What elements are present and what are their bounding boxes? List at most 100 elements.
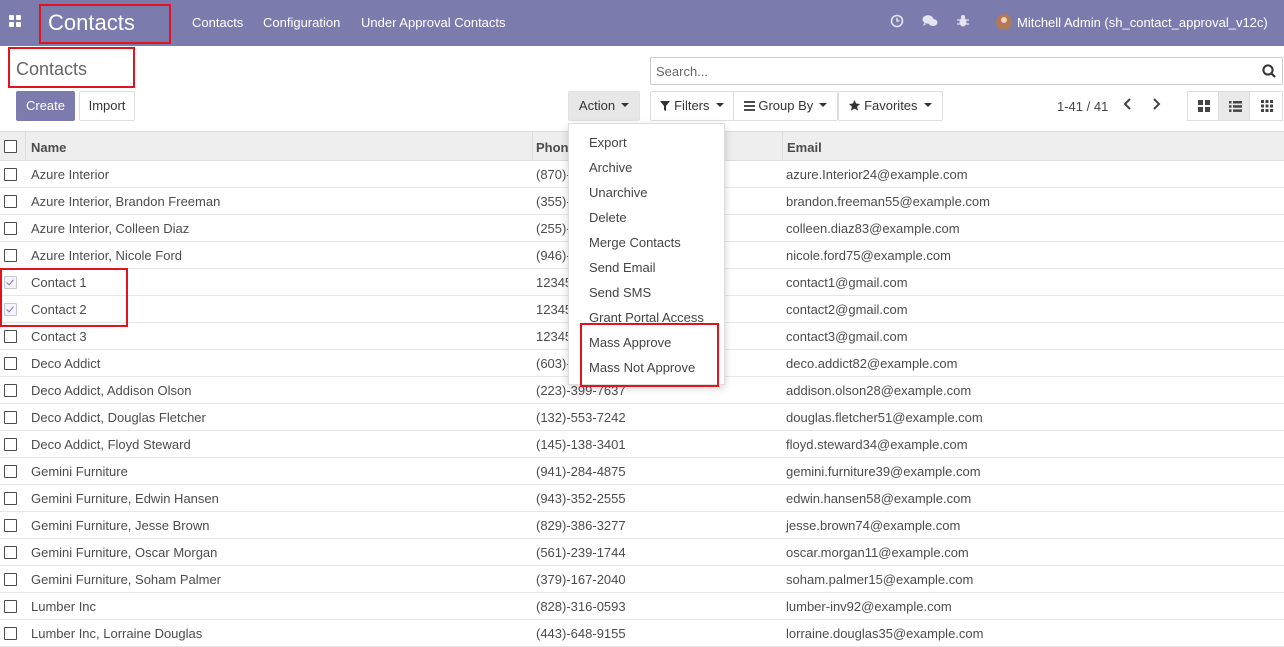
favorites-label: Favorites	[864, 98, 918, 113]
action-menu-item[interactable]: Archive	[589, 160, 632, 175]
action-menu-item[interactable]: Delete	[589, 210, 627, 225]
cell-name: Deco Addict	[31, 356, 101, 371]
cell-email: oscar.morgan11@example.com	[786, 545, 969, 560]
apps-grid-icon[interactable]	[9, 15, 23, 29]
row-checkbox[interactable]	[4, 573, 17, 586]
filters-button[interactable]: Filters	[650, 91, 734, 121]
row-checkbox[interactable]	[4, 330, 17, 343]
clock-icon[interactable]	[889, 14, 905, 30]
table-row[interactable]: Gemini Furniture, Oscar Morgan (561)-239-…	[0, 539, 1284, 566]
cell-name: Azure Interior, Colleen Diaz	[31, 221, 190, 236]
menu-contacts[interactable]: Contacts	[192, 15, 243, 30]
caret-down-icon	[715, 103, 724, 108]
table-row[interactable]: Gemini Furniture, Soham Palmer (379)-167-…	[0, 566, 1284, 593]
table-row[interactable]: Deco Addict, Floyd Steward (145)-138-3401…	[0, 431, 1284, 458]
cell-email: colleen.diaz83@example.com	[786, 221, 960, 236]
cell-email: floyd.steward34@example.com	[786, 437, 968, 452]
cell-name: Gemini Furniture, Edwin Hansen	[31, 491, 219, 506]
table-row[interactable]: Lumber Inc (828)-316-0593 lumber-inv92@exa…	[0, 593, 1284, 620]
kanban-view-button[interactable]	[1187, 91, 1219, 121]
action-menu-item[interactable]: Send SMS	[589, 285, 651, 300]
table-row[interactable]: Gemini Furniture (941)-284-4875 gemini.fur…	[0, 458, 1284, 485]
cell-email: edwin.hansen58@example.com	[786, 491, 972, 506]
row-checkbox[interactable]	[4, 465, 17, 478]
star-icon	[849, 98, 861, 113]
kanban-view-icon	[1198, 100, 1210, 112]
cell-phone: (943)-352-2555	[536, 491, 626, 506]
row-checkbox[interactable]	[4, 627, 17, 640]
list-view-icon	[1229, 101, 1242, 112]
cell-phone: (132)-553-7242	[536, 410, 626, 425]
favorites-button[interactable]: Favorites	[838, 91, 943, 121]
pager-next-icon[interactable]	[1146, 96, 1166, 116]
row-checkbox[interactable]	[4, 222, 17, 235]
cell-email: deco.addict82@example.com	[786, 356, 958, 371]
cell-email: soham.palmer15@example.com	[786, 572, 974, 587]
column-header-name[interactable]: Name	[31, 140, 66, 155]
search-icon[interactable]	[1262, 64, 1276, 78]
import-button[interactable]: Import	[79, 91, 135, 121]
cell-phone: (561)-239-1744	[536, 545, 626, 560]
column-divider	[532, 132, 533, 161]
action-menu-item[interactable]: Unarchive	[589, 185, 648, 200]
search-box	[650, 57, 1283, 85]
caret-down-icon	[819, 103, 828, 108]
row-checkbox[interactable]	[4, 357, 17, 370]
row-checkbox[interactable]	[4, 519, 17, 532]
table-row[interactable]: Lumber Inc, Lorraine Douglas (443)-648-91…	[0, 620, 1284, 647]
row-checkbox[interactable]	[4, 438, 17, 451]
page-title: Contacts	[16, 59, 88, 79]
cell-phone: (870)-	[536, 167, 571, 182]
chat-icon[interactable]	[922, 14, 938, 30]
cell-phone: (443)-648-9155	[536, 626, 626, 641]
row-checkbox[interactable]	[4, 168, 17, 181]
group-by-label: Group By	[758, 98, 814, 113]
table-row[interactable]: Deco Addict, Douglas Fletcher (132)-553-7…	[0, 404, 1284, 431]
action-menu-item[interactable]: Export	[589, 135, 627, 150]
user-menu-name[interactable]: Mitchell Admin (sh_contact_approval_v12c…	[1017, 15, 1268, 30]
create-button[interactable]: Create	[16, 91, 75, 121]
row-checkbox[interactable]	[4, 600, 17, 613]
cell-email: lorraine.douglas35@example.com	[786, 626, 984, 641]
table-row[interactable]: Gemini Furniture, Edwin Hansen (943)-352-…	[0, 485, 1284, 512]
caret-down-icon	[621, 103, 630, 108]
row-checkbox[interactable]	[4, 384, 17, 397]
action-button[interactable]: Action	[568, 91, 640, 121]
cell-phone: (145)-138-3401	[536, 437, 626, 452]
row-checkbox[interactable]	[4, 546, 17, 559]
cell-name: Gemini Furniture, Jesse Brown	[31, 518, 210, 533]
search-input[interactable]	[651, 58, 1241, 84]
highlight-selected-rows	[0, 268, 128, 327]
column-header-email[interactable]: Email	[787, 140, 822, 155]
pager-value[interactable]: 1-41 / 41	[1057, 99, 1108, 114]
cell-name: Contact 3	[31, 329, 87, 344]
cell-email: gemini.furniture39@example.com	[786, 464, 981, 479]
select-all-checkbox[interactable]	[4, 140, 17, 153]
cell-email: jesse.brown74@example.com	[786, 518, 961, 533]
table-row[interactable]: Gemini Furniture, Jesse Brown (829)-386-3…	[0, 512, 1284, 539]
filter-icon	[660, 98, 671, 113]
group-by-button[interactable]: Group By	[733, 91, 838, 121]
cell-name: Gemini Furniture, Soham Palmer	[31, 572, 222, 587]
cell-name: Azure Interior, Brandon Freeman	[31, 194, 221, 209]
menu-configuration[interactable]: Configuration	[263, 15, 340, 30]
action-menu-item[interactable]: Merge Contacts	[589, 235, 681, 250]
menu-under-approval-contacts[interactable]: Under Approval Contacts	[361, 15, 506, 30]
pager-previous-icon[interactable]	[1118, 96, 1138, 116]
row-checkbox[interactable]	[4, 195, 17, 208]
row-checkbox[interactable]	[4, 249, 17, 262]
row-checkbox[interactable]	[4, 411, 17, 424]
list-bars-icon	[743, 98, 755, 113]
avatar[interactable]	[996, 14, 1012, 30]
bug-icon[interactable]	[955, 14, 971, 30]
cell-phone: 12345	[536, 275, 573, 290]
grid-view-button[interactable]	[1249, 91, 1283, 121]
action-menu-item[interactable]: Send Email	[589, 260, 655, 275]
cell-name: Azure Interior, Nicole Ford	[31, 248, 183, 263]
row-checkbox[interactable]	[4, 492, 17, 505]
cell-email: contact2@gmail.com	[786, 302, 908, 317]
list-view-button[interactable]	[1218, 91, 1250, 121]
highlight-brand	[39, 4, 171, 44]
cell-name: Lumber Inc	[31, 599, 97, 614]
cell-phone: (828)-316-0593	[536, 599, 626, 614]
